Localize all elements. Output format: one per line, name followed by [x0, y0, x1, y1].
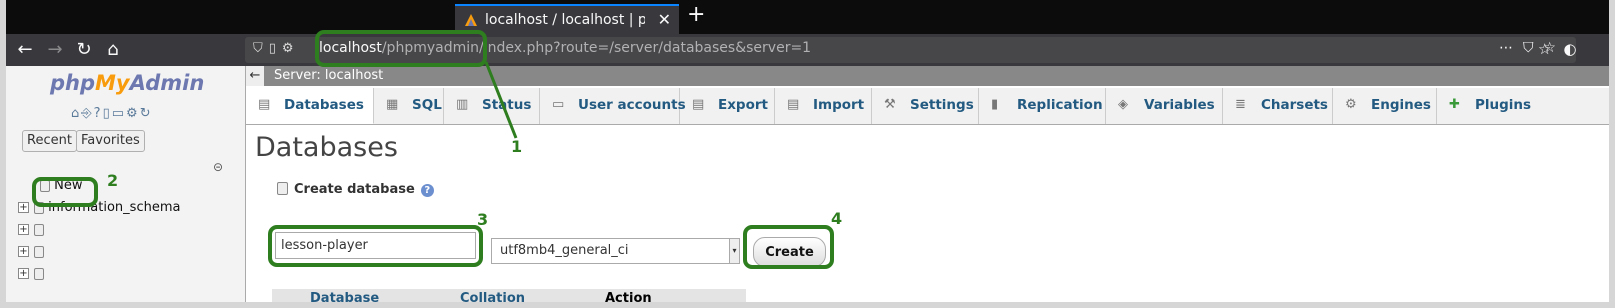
annotation-ring-new [32, 177, 98, 207]
annotation-ring-name-input [268, 225, 483, 267]
annotation-label-4: 4 [831, 209, 843, 228]
annotation-ring-create [743, 225, 834, 269]
annotation-label-1: 1 [511, 137, 523, 156]
annotation-label-2: 2 [107, 171, 119, 190]
screenshot-frame: localhost / localhost | php ✕ + ← → ↻ ⌂ … [0, 0, 1615, 308]
annotation-label-3: 3 [477, 210, 489, 229]
